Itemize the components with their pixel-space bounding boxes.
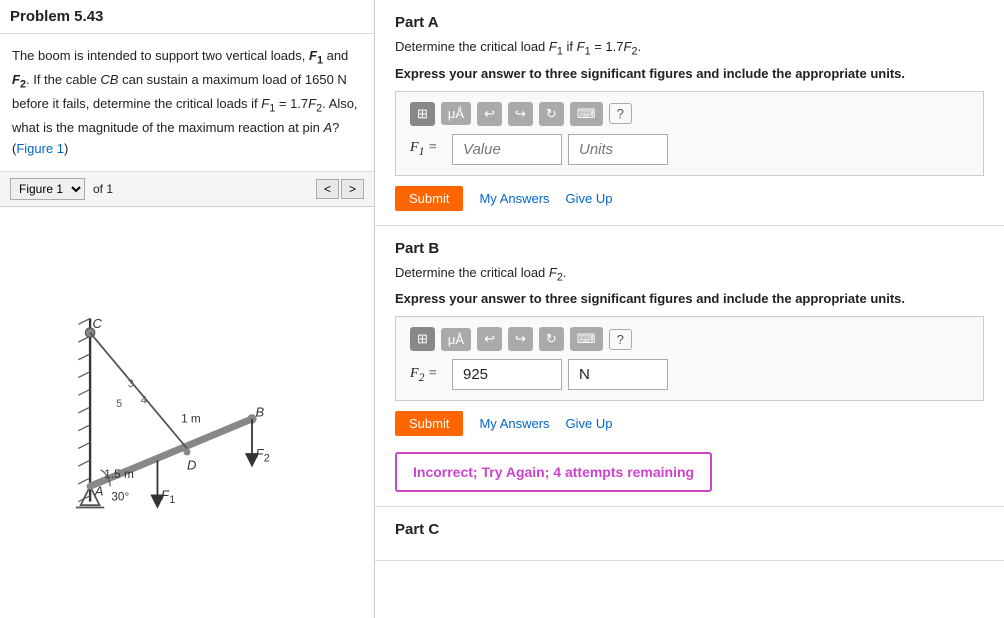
part-b-section: Part B Determine the critical load F2. E… — [375, 226, 1004, 508]
redo-icon-a: ↪ — [515, 106, 526, 122]
part-a-answer-box: ⊞ μÅ ↩ ↪ ↻ ⌨ — [395, 91, 984, 176]
refresh-button-a[interactable]: ↻ — [539, 102, 564, 126]
undo-icon-a: ↩ — [484, 106, 495, 122]
svg-text:4: 4 — [141, 394, 147, 406]
part-c-section: Part C — [375, 507, 1004, 561]
part-b-question: Determine the critical load F2. — [395, 265, 984, 284]
part-a-submit-button[interactable]: Submit — [395, 186, 463, 211]
redo-button-b[interactable]: ↪ — [508, 327, 533, 351]
svg-text:2: 2 — [264, 452, 270, 464]
part-a-value-input[interactable] — [452, 134, 562, 165]
part-a-my-answers-link[interactable]: My Answers — [479, 191, 549, 206]
part-a-title: Part A — [395, 14, 984, 31]
svg-text:30°: 30° — [111, 489, 129, 503]
undo-icon-b: ↩ — [484, 331, 495, 347]
part-c-title: Part C — [395, 521, 984, 538]
keyboard-icon-a: ⌨ — [577, 106, 596, 122]
part-a-toolbar: ⊞ μÅ ↩ ↪ ↻ ⌨ — [410, 102, 969, 126]
part-a-question: Determine the critical load F1 if F1 = 1… — [395, 39, 984, 58]
svg-text:1: 1 — [169, 493, 175, 505]
svg-text:1 m: 1 m — [181, 411, 201, 425]
problem-title: Problem 5.43 — [0, 0, 374, 34]
part-a-units-input[interactable] — [568, 134, 668, 165]
grid-icon-a: ⊞ — [417, 106, 428, 122]
incorrect-banner: Incorrect; Try Again; 4 attempts remaini… — [395, 452, 712, 492]
part-a-instruction: Express your answer to three significant… — [395, 66, 984, 81]
keyboard-button-a[interactable]: ⌨ — [570, 102, 603, 126]
help-button-a[interactable]: ? — [609, 103, 632, 124]
keyboard-icon-b: ⌨ — [577, 331, 596, 347]
part-a-eq-label: F1 = — [410, 140, 446, 158]
part-b-give-up-link[interactable]: Give Up — [566, 416, 613, 431]
figure-next-button[interactable]: > — [341, 179, 364, 199]
grid-icon-b: ⊞ — [417, 331, 428, 347]
part-b-toolbar: ⊞ μÅ ↩ ↪ ↻ ⌨ — [410, 327, 969, 351]
undo-button-a[interactable]: ↩ — [477, 102, 502, 126]
figure-of-text: of 1 — [93, 182, 113, 196]
refresh-button-b[interactable]: ↻ — [539, 327, 564, 351]
redo-button-a[interactable]: ↪ — [508, 102, 533, 126]
help-button-b[interactable]: ? — [609, 329, 632, 350]
part-b-eq-label: F2 = — [410, 366, 446, 384]
svg-text:B: B — [256, 404, 265, 419]
svg-text:5: 5 — [116, 398, 122, 410]
grid-button-a[interactable]: ⊞ — [410, 102, 435, 126]
part-b-submit-button[interactable]: Submit — [395, 411, 463, 436]
figure-area: C A D B 1 m — [0, 207, 374, 618]
keyboard-button-b[interactable]: ⌨ — [570, 327, 603, 351]
figure-link[interactable]: Figure 1 — [16, 141, 64, 156]
grid-button-b[interactable]: ⊞ — [410, 327, 435, 351]
figure-navigation: Figure 1 of 1 < > — [0, 172, 374, 207]
figure-svg: C A D B 1 m — [57, 283, 317, 543]
mu-icon-b: μÅ — [448, 332, 464, 347]
problem-description: The boom is intended to support two vert… — [0, 34, 374, 172]
part-b-instruction: Express your answer to three significant… — [395, 291, 984, 306]
part-b-actions: Submit My Answers Give Up — [395, 411, 984, 436]
part-a-actions: Submit My Answers Give Up — [395, 186, 984, 211]
svg-text:D: D — [187, 457, 196, 472]
mu-icon-a: μÅ — [448, 106, 464, 121]
undo-button-b[interactable]: ↩ — [477, 327, 502, 351]
mu-button-b[interactable]: μÅ — [441, 328, 471, 351]
svg-text:3: 3 — [128, 378, 134, 390]
figure-prev-button[interactable]: < — [316, 179, 339, 199]
part-a-section: Part A Determine the critical load F1 if… — [375, 0, 1004, 226]
figure-select[interactable]: Figure 1 — [10, 178, 85, 200]
part-b-units-input[interactable] — [568, 359, 668, 390]
refresh-icon-a: ↻ — [546, 106, 557, 122]
part-a-give-up-link[interactable]: Give Up — [566, 191, 613, 206]
part-b-answer-box: ⊞ μÅ ↩ ↪ ↻ ⌨ — [395, 316, 984, 401]
redo-icon-b: ↪ — [515, 331, 526, 347]
refresh-icon-b: ↻ — [546, 331, 557, 347]
part-b-my-answers-link[interactable]: My Answers — [479, 416, 549, 431]
part-b-value-input[interactable] — [452, 359, 562, 390]
part-b-title: Part B — [395, 240, 984, 257]
svg-text:C: C — [92, 316, 102, 331]
mu-button-a[interactable]: μÅ — [441, 102, 471, 125]
